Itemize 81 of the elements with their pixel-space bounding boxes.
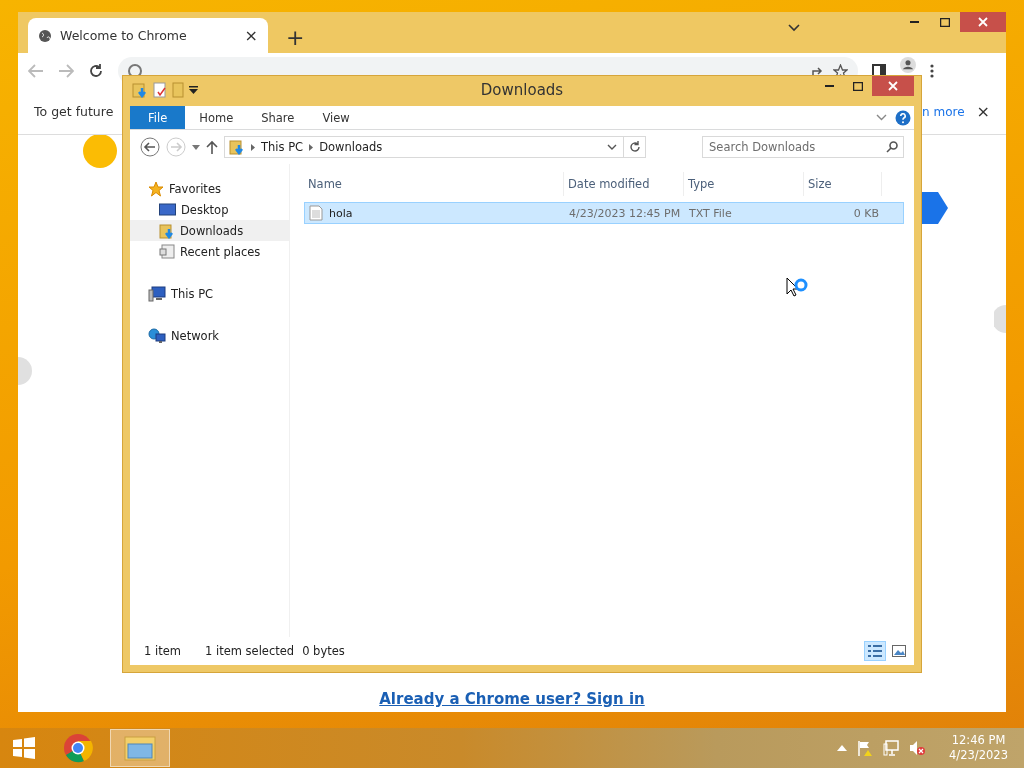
- details-view-icon: [868, 645, 882, 657]
- view-toggle-button[interactable]: [864, 641, 886, 661]
- nav-item[interactable]: Desktop: [130, 199, 289, 220]
- selection-size: 0 bytes: [302, 644, 345, 658]
- help-icon[interactable]: [895, 109, 911, 126]
- nav-item[interactable]: Favorites: [130, 178, 289, 199]
- chevron-right-icon: [251, 143, 255, 151]
- sign-in-link[interactable]: Already a Chrome user? Sign in: [379, 690, 645, 708]
- downloads-folder-icon: [132, 81, 148, 98]
- close-tab-button[interactable]: ×: [244, 26, 258, 45]
- selection-count: 1 item selected: [204, 644, 295, 658]
- file-row[interactable]: hola 4/23/2023 12:45 PM TXT File 0 KB: [304, 202, 904, 224]
- recent-places-icon: [159, 243, 175, 260]
- downloads-folder-icon: [229, 139, 245, 155]
- nav-item[interactable]: This PC: [130, 283, 289, 304]
- search-field[interactable]: Search Downloads: [702, 136, 904, 158]
- close-button[interactable]: [872, 76, 914, 96]
- customize-dropdown-icon[interactable]: [189, 85, 198, 94]
- share-icon[interactable]: [811, 64, 825, 78]
- nav-item[interactable]: Recent places: [130, 241, 289, 262]
- breadcrumb-item[interactable]: This PC: [261, 140, 304, 154]
- network-icon: [148, 327, 166, 344]
- expand-ribbon-icon[interactable]: [876, 114, 887, 121]
- up-arrow-icon[interactable]: [206, 140, 218, 154]
- downloads-folder-icon: [159, 222, 175, 239]
- infobar-message: To get future: [34, 104, 114, 119]
- recent-locations-icon[interactable]: [192, 144, 200, 150]
- minimize-icon: [910, 20, 920, 24]
- maximize-icon: [940, 17, 950, 27]
- column-header[interactable]: Date modified: [564, 172, 684, 196]
- refresh-icon[interactable]: [628, 141, 641, 153]
- close-icon: [978, 17, 988, 27]
- tab-title: Welcome to Chrome: [60, 28, 188, 43]
- desktop-icon: [159, 202, 176, 217]
- chrome-logo-icon: [63, 733, 93, 763]
- column-header[interactable]: Size: [804, 172, 882, 196]
- show-hidden-icons-icon[interactable]: [837, 745, 848, 751]
- file-name: hola: [329, 206, 353, 220]
- ribbon-tab[interactable]: File: [130, 106, 186, 129]
- close-button[interactable]: [960, 12, 1006, 32]
- menu-icon[interactable]: [930, 64, 934, 78]
- volume-muted-icon[interactable]: [909, 740, 926, 756]
- chevron-right-icon: [309, 143, 314, 151]
- new-tab-button[interactable]: +: [286, 27, 305, 49]
- properties-icon[interactable]: [153, 81, 167, 98]
- chrome-logo-icon: [128, 64, 142, 78]
- chevron-down-icon[interactable]: [788, 24, 800, 32]
- date-modified: 4/23/2023 12:45 PM: [568, 206, 682, 220]
- computer-icon: [148, 285, 166, 302]
- nav-item[interactable]: Downloads: [130, 220, 289, 241]
- column-header[interactable]: Name: [304, 172, 564, 196]
- ribbon-tab[interactable]: View: [308, 106, 364, 129]
- window-title: Downloads: [480, 80, 564, 99]
- file-type: TXT File: [688, 206, 733, 220]
- back-button-icon[interactable]: [140, 137, 160, 157]
- clock-time: 12:46 PM: [951, 733, 1006, 748]
- reload-icon[interactable]: [88, 63, 104, 79]
- item-count: 1 item: [144, 644, 181, 658]
- globe-icon: [38, 28, 52, 43]
- file-size: 0 KB: [852, 206, 880, 220]
- nav-item[interactable]: Network: [130, 325, 289, 346]
- close-icon: [888, 81, 898, 91]
- ribbon-tab[interactable]: Share: [247, 106, 309, 129]
- browser-tab[interactable]: Welcome to Chrome ×: [28, 18, 268, 53]
- star-icon: [148, 180, 164, 197]
- clock-date: 4/23/2023: [949, 748, 1008, 763]
- dropdown-icon[interactable]: [607, 144, 617, 150]
- maximize-icon: [853, 81, 863, 91]
- address-field[interactable]: This PC Downloads: [224, 136, 646, 158]
- breadcrumb-item[interactable]: Downloads: [319, 140, 383, 154]
- text-file-icon: [309, 205, 323, 221]
- ribbon-tab[interactable]: Home: [185, 106, 248, 129]
- learn-more-link[interactable]: n more: [922, 104, 965, 119]
- windows-logo-icon: [13, 737, 35, 759]
- action-center-flag-icon[interactable]: [857, 740, 874, 756]
- close-infobar-button[interactable]: ×: [976, 102, 990, 121]
- large-icons-view-icon: [892, 645, 906, 657]
- folder-icon: [124, 734, 156, 762]
- profile-avatar-icon[interactable]: [900, 57, 916, 73]
- search-icon[interactable]: [886, 141, 898, 153]
- column-header[interactable]: Type: [684, 172, 804, 196]
